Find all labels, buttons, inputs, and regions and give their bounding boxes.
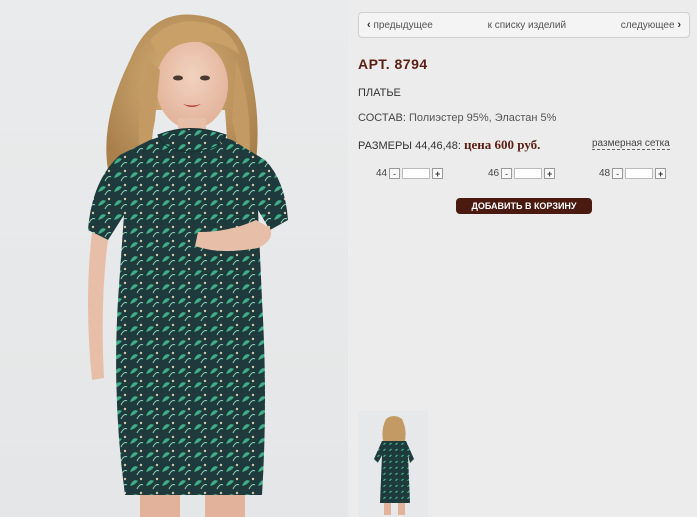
next-product-link[interactable]: следующее › — [621, 19, 681, 31]
prev-product-link[interactable]: ‹ предыдущее — [367, 19, 433, 31]
sizes-and-price: РАЗМЕРЫ 44,46,48: цена 600 руб. — [358, 137, 540, 153]
prev-label: предыдущее — [373, 20, 433, 31]
sizes-label: РАЗМЕРЫ 44,46,48: — [358, 140, 461, 152]
product-main-photo — [0, 0, 348, 517]
quantity-input[interactable] — [514, 168, 543, 179]
size-label: 46 — [488, 168, 500, 179]
quantity-selector-44: 44 - + — [376, 168, 444, 179]
chevron-left-icon: ‹ — [367, 19, 371, 31]
back-to-list-link[interactable]: к списку изделий — [488, 20, 566, 31]
composition-value: Полиэстер 95%, Эластан 5% — [408, 112, 557, 124]
size-chart-link[interactable]: размерная сетка — [592, 138, 670, 150]
price: цена 600 руб. — [464, 137, 541, 152]
product-navigation: ‹ предыдущее к списку изделий следующее … — [358, 12, 690, 38]
increment-button[interactable]: + — [544, 168, 556, 179]
model-in-dress-illustration — [88, 14, 288, 517]
decrement-button[interactable]: - — [389, 168, 401, 179]
article-number: АРТ. 8794 — [358, 56, 428, 72]
next-label: следующее — [620, 20, 675, 31]
decrement-button[interactable]: - — [612, 168, 624, 179]
quantity-selector-46: 46 - + — [488, 168, 556, 179]
quantity-selector-48: 48 - + — [599, 168, 667, 179]
add-to-cart-button[interactable]: ДОБАВИТЬ В КОРЗИНУ — [456, 198, 592, 214]
size-label: 44 — [376, 168, 388, 179]
quantity-input[interactable] — [625, 168, 654, 179]
thumbnail-illustration — [374, 416, 414, 515]
product-type: ПЛАТЬЕ — [358, 87, 401, 99]
chevron-right-icon: › — [677, 19, 681, 31]
composition: СОСТАВ: Полиэстер 95%, Эластан 5% — [358, 112, 556, 124]
increment-button[interactable]: + — [432, 168, 444, 179]
composition-label: СОСТАВ: — [358, 112, 406, 124]
decrement-button[interactable]: - — [501, 168, 513, 179]
quantity-input[interactable] — [402, 168, 431, 179]
size-label: 48 — [599, 168, 611, 179]
increment-button[interactable]: + — [655, 168, 667, 179]
product-thumbnail-back-view[interactable] — [358, 411, 428, 517]
